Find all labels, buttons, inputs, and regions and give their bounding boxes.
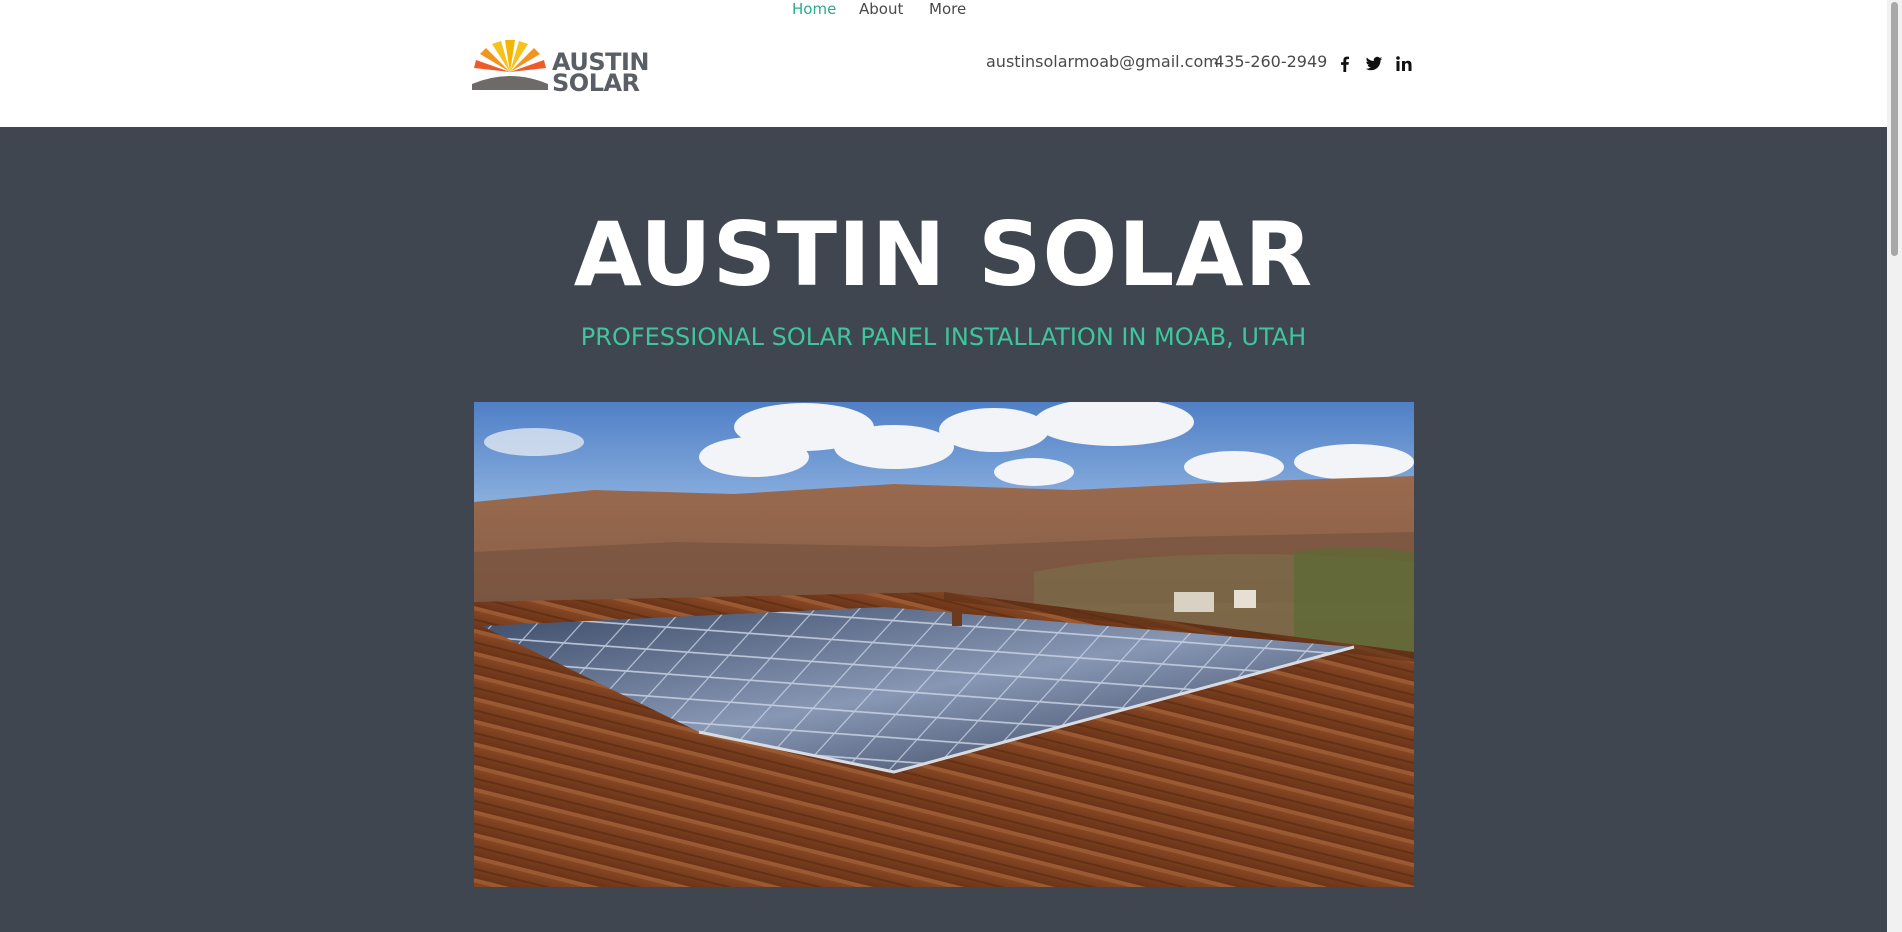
nav-about[interactable]: About bbox=[859, 0, 903, 18]
nav-more[interactable]: More bbox=[929, 0, 966, 18]
nav-home[interactable]: Home bbox=[792, 0, 836, 18]
scrollbar-thumb[interactable] bbox=[1891, 2, 1898, 256]
logo-line-2: SOLAR bbox=[552, 69, 640, 97]
linkedin-icon[interactable] bbox=[1395, 55, 1413, 73]
twitter-icon[interactable] bbox=[1365, 55, 1383, 73]
facebook-icon[interactable] bbox=[1336, 55, 1354, 73]
logo[interactable]: AUSTIN SOLAR bbox=[472, 38, 650, 95]
logo-wordmark: AUSTIN SOLAR bbox=[552, 50, 650, 97]
hero-title: AUSTIN SOLAR bbox=[573, 203, 1314, 306]
hero-subtitle: PROFESSIONAL SOLAR PANEL INSTALLATION IN… bbox=[580, 323, 1307, 351]
site-header: AUSTIN SOLAR Home About More austinsolar… bbox=[0, 0, 1887, 127]
solar-roof-photo bbox=[474, 402, 1414, 887]
contact-email[interactable]: austinsolarmoab@gmail.com bbox=[986, 52, 1219, 71]
contact-phone[interactable]: 435-260-2949 bbox=[1214, 52, 1327, 71]
sun-logo-icon bbox=[472, 40, 548, 90]
page-scrollbar[interactable] bbox=[1887, 0, 1902, 932]
